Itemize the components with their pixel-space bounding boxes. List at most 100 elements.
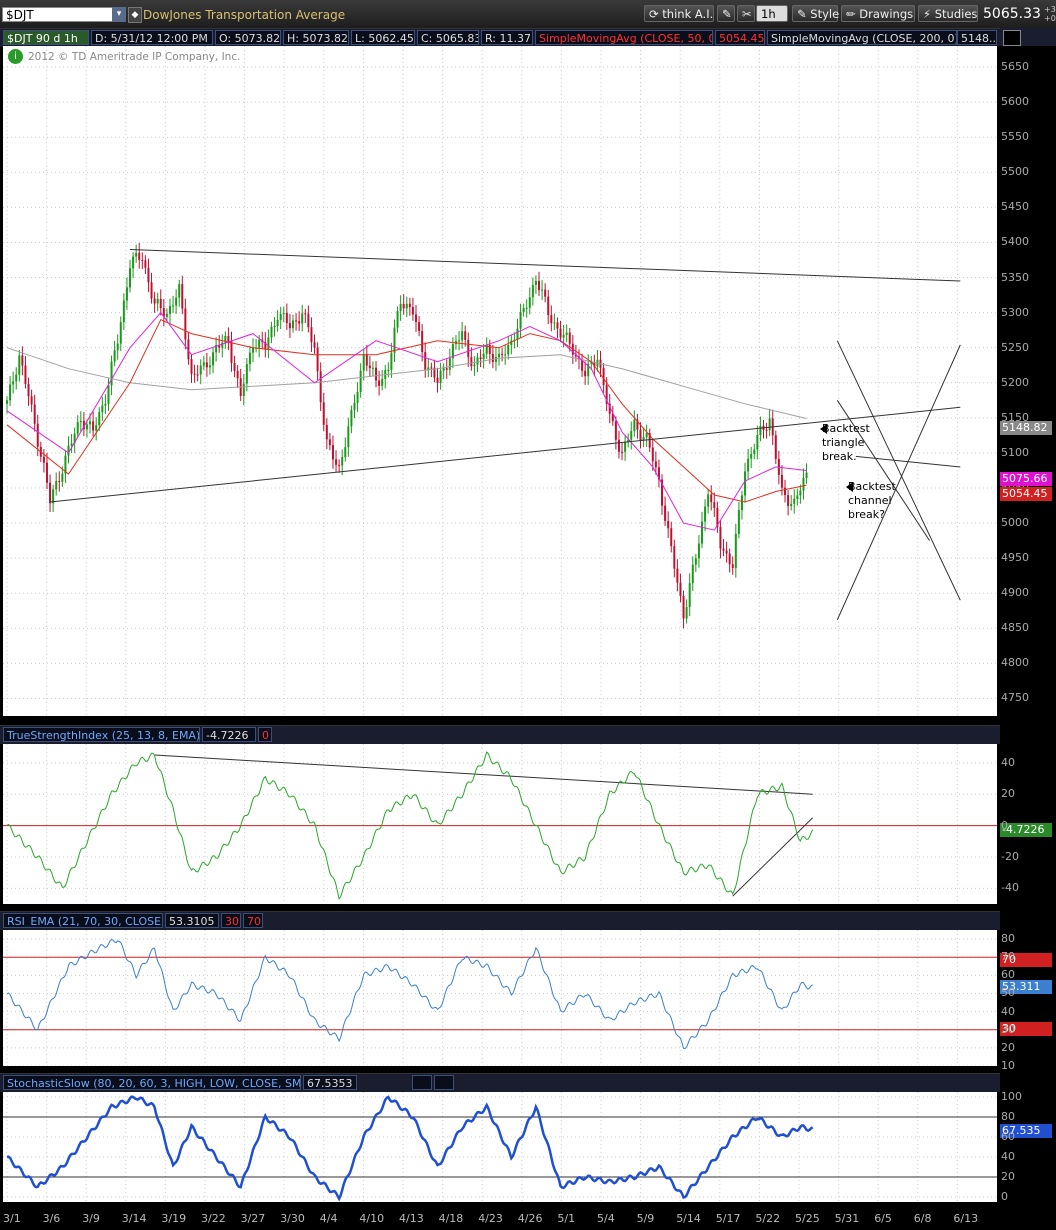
candle-body — [713, 502, 716, 508]
stoch-value: 67.5353 — [303, 1075, 357, 1090]
candle-body — [233, 362, 236, 371]
candle-body — [387, 369, 390, 371]
think-ai-button[interactable]: ⟳ think A.I. — [644, 5, 714, 22]
style-button[interactable]: ✎ Style — [792, 5, 839, 22]
candle-body — [464, 331, 467, 340]
candle-body — [347, 426, 350, 448]
drawings-label: Drawings — [859, 7, 914, 21]
symbol-dropdown-icon[interactable]: ▾ — [112, 7, 126, 22]
candle-body — [753, 449, 756, 454]
candle-body — [375, 367, 378, 381]
drawings-button[interactable]: ✏ Drawings — [841, 5, 915, 22]
candle-body — [685, 606, 688, 619]
interval-button[interactable]: 1h — [756, 5, 788, 22]
candle-body — [553, 322, 556, 324]
stoch-blank-1 — [412, 1075, 432, 1090]
candle-body — [359, 370, 362, 393]
candle-body — [482, 353, 485, 360]
osc-tick-label: 20 — [1001, 1040, 1015, 1054]
candle-body — [248, 352, 251, 365]
candle-body — [95, 425, 98, 431]
candle-body — [799, 490, 802, 496]
candle-body — [9, 384, 12, 401]
candle-body — [790, 503, 793, 506]
candle-body — [98, 412, 101, 426]
tools-icon[interactable]: ✎ — [717, 5, 735, 22]
candle-body — [291, 320, 294, 329]
price-tick-label: 5300 — [1001, 305, 1029, 319]
candle-body — [276, 319, 279, 326]
candle-body — [168, 306, 171, 314]
price-tick-label: 4950 — [1001, 551, 1029, 565]
candle-body — [89, 421, 92, 425]
rsi-overbought: 70 — [243, 913, 263, 928]
stoch-line — [6, 1095, 814, 1202]
tsi-label[interactable]: TrueStrengthIndex (25, 13, 8, EMA) — [3, 727, 200, 742]
candle-body — [670, 528, 673, 547]
candle-body — [49, 482, 52, 504]
candle-body — [525, 307, 528, 309]
candle-body — [673, 546, 676, 569]
time-tick-label: 5/31 — [834, 1212, 860, 1225]
time-tick-label: 6/13 — [953, 1212, 979, 1225]
stoch-label[interactable]: StochasticSlow (80, 20, 60, 3, HIGH, LOW… — [3, 1075, 301, 1090]
candle-body — [153, 298, 156, 304]
candle-body — [242, 383, 245, 397]
trendline — [732, 817, 814, 897]
sma50-line — [6, 318, 807, 503]
rsi-label[interactable]: RSI_EMA (21, 70, 30, CLOSE) — [3, 913, 163, 928]
candle-body — [473, 364, 476, 367]
candle-body — [691, 564, 694, 584]
candle-body — [378, 380, 381, 386]
candle-body — [531, 284, 534, 298]
osc-tick-label: 80 — [1001, 932, 1015, 946]
candle-body — [368, 365, 371, 369]
candle-body — [501, 353, 504, 356]
wrench-icon[interactable]: ✂ — [737, 5, 755, 22]
candle-body — [79, 420, 82, 423]
candle-body — [390, 352, 393, 370]
candle-body — [784, 487, 787, 496]
candle-body — [236, 370, 239, 379]
candle-body — [132, 256, 135, 269]
link-icon[interactable]: ◆ — [128, 7, 142, 23]
tsi-chart — [3, 744, 997, 904]
time-tick-label: 3/19 — [161, 1212, 187, 1225]
candle-body — [92, 421, 95, 431]
rsi-value: 53.3105 — [165, 913, 219, 928]
sma200-price-tag: 5148.82 — [1000, 421, 1052, 435]
candle-body — [756, 435, 759, 450]
price-tick-label: 5450 — [1001, 200, 1029, 214]
symbol-period[interactable]: $DJT 90 d 1h — [3, 30, 89, 45]
osc-tick-label: 100 — [1001, 1090, 1022, 1103]
trendline-tool-icon[interactable] — [1003, 30, 1021, 46]
symbol-input[interactable]: $DJT — [2, 7, 122, 22]
candle-body — [125, 287, 128, 301]
time-tick-label: 3/30 — [280, 1212, 305, 1225]
candle-body — [448, 358, 451, 370]
stoch-chart — [3, 1092, 997, 1202]
candle-body — [36, 423, 39, 447]
time-tick-label: 3/27 — [240, 1212, 266, 1225]
sma50-price-tag: 5054.45 — [1000, 487, 1052, 501]
candle-body — [285, 312, 288, 324]
candle-body — [301, 313, 304, 324]
time-tick-label: 5/22 — [755, 1212, 781, 1225]
candle-body — [341, 457, 344, 466]
candle-body — [436, 377, 439, 383]
candle-body — [624, 441, 627, 452]
candle-body — [310, 327, 313, 343]
candle-body — [728, 553, 731, 565]
osc-tick-label: -20 — [1001, 849, 1019, 863]
candle-body — [113, 350, 116, 362]
price-tick-label: 5000 — [1001, 516, 1029, 530]
candle-body — [534, 280, 537, 285]
candle-body — [396, 311, 399, 328]
time-tick-label: 4/13 — [399, 1212, 424, 1225]
candle-body — [270, 326, 273, 338]
candle-body — [319, 371, 322, 403]
symbol-description: DowJones Transportation Average — [143, 8, 346, 22]
studies-button[interactable]: ⚡ Studies — [918, 5, 978, 22]
candle-body — [190, 359, 193, 374]
candle-body — [42, 456, 45, 463]
